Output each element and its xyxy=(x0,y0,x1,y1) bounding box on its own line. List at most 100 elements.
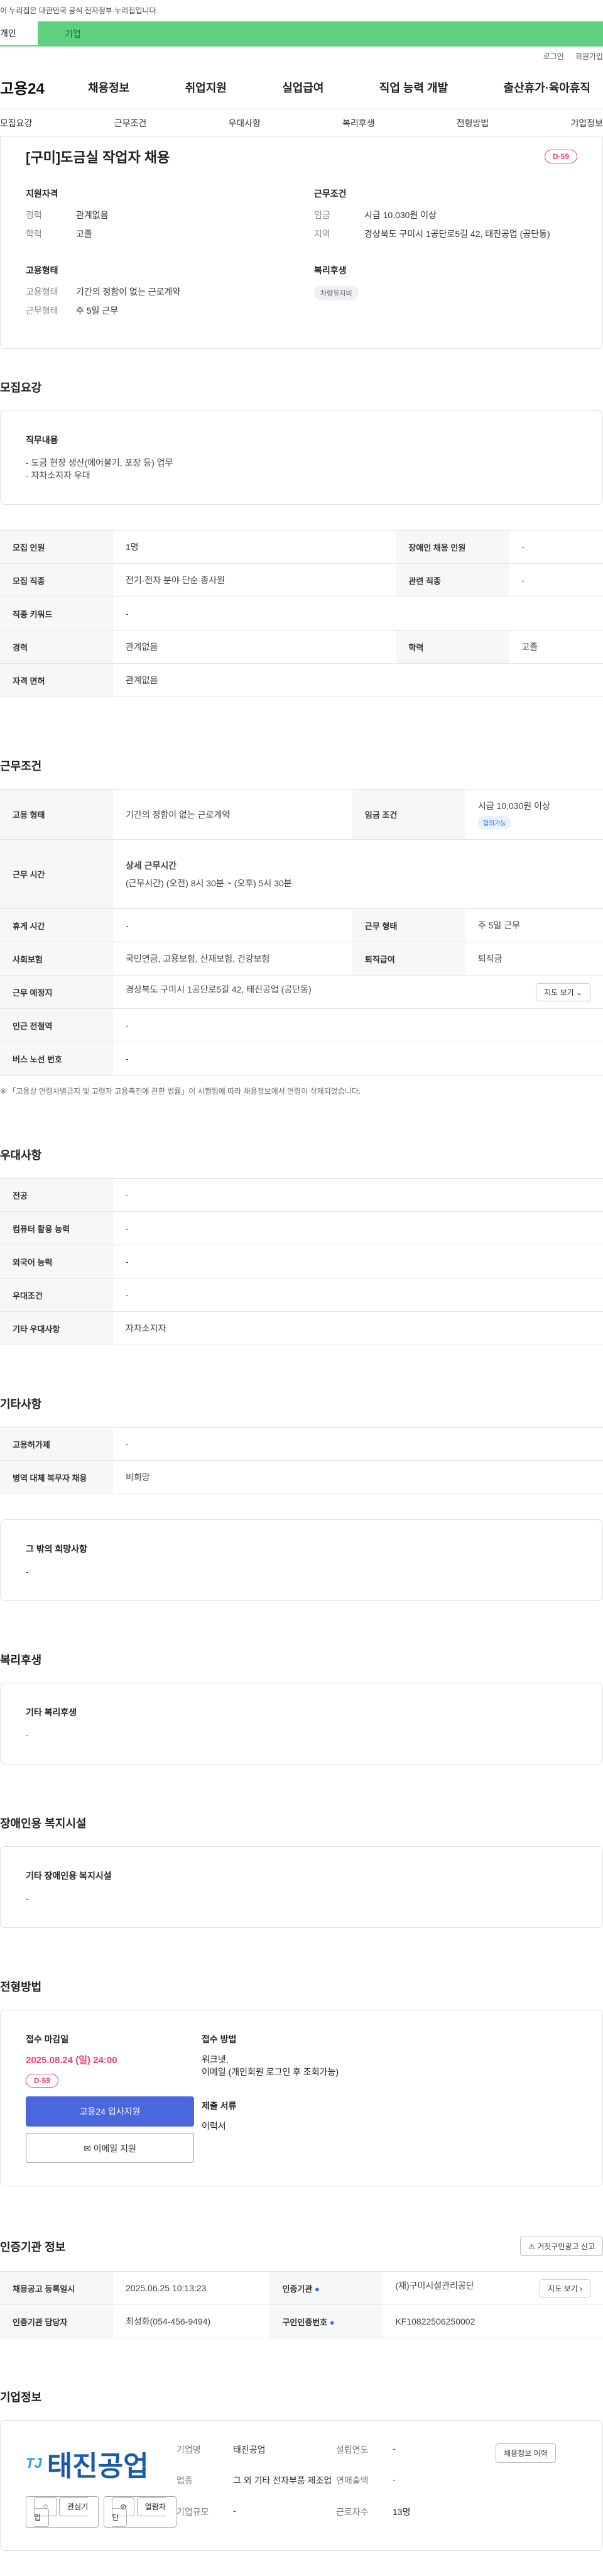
job-description-line: - 도금 현장 생산(에어불기, 포장 등) 업무 xyxy=(26,458,173,468)
table-header: 관련 직종 xyxy=(396,563,509,597)
email-apply-label: 이메일 지원 xyxy=(93,2144,136,2154)
recruit-heading: 모집요강 xyxy=(0,382,42,394)
map-view-button[interactable]: 지도 보기 ⌄ xyxy=(536,983,590,1001)
section-tabs: 모집요강 근무조건 우대사항 복리후생 전형방법 기업정보 xyxy=(0,109,603,137)
tab-company-info[interactable]: 기업정보 xyxy=(570,117,603,129)
global-nav: 고용24 채용정보 취업지원 실업급여 직업 능력 개발 출산휴가·육아휴직 xyxy=(0,65,603,109)
tab-company[interactable]: 기업 xyxy=(38,21,603,47)
table-header: 근무 예정지 xyxy=(0,975,113,1009)
table-header: 인증기관 담당자 xyxy=(0,2304,113,2338)
table-cell: 고졸 xyxy=(509,630,603,664)
gnb-item-leave[interactable]: 출산휴가·육아휴직 xyxy=(491,79,603,96)
disabled-box: 기타 장애인용 복지시설 - xyxy=(0,1846,603,1928)
apply-button[interactable]: 고용24 입사지원 xyxy=(26,2096,194,2127)
login-link[interactable]: 로그인 xyxy=(543,51,564,62)
work-type-value: 주 5일 근무 xyxy=(76,305,119,316)
company-logo: TJ 태진공업 xyxy=(26,2443,177,2484)
table-cell: - xyxy=(509,563,603,597)
user-type-tabs: 개인 기업 xyxy=(0,21,603,47)
table-row: 고용 형태 기간의 정함이 없는 근로계약 임금 조건 시급 10,030원 이… xyxy=(0,789,603,840)
benefit-value: - xyxy=(26,1730,29,1740)
table-header: 인근 전철역 xyxy=(0,1008,113,1042)
report-fake-ad-button[interactable]: ⚠ 거짓구인광고 신고 xyxy=(520,2237,603,2256)
employment-block: 고용형태 고용형태 기간의 정함이 없는 근로계약 근무형태 주 5일 근무 xyxy=(26,264,289,323)
join-link[interactable]: 회원가입 xyxy=(575,51,603,62)
table-row: 컴퓨터 활용 능력 - xyxy=(0,1211,603,1245)
emp-type-label: 고용형태 xyxy=(26,287,58,297)
table-cell: 1명 xyxy=(113,530,396,564)
table-cell: 관계없음 xyxy=(113,630,396,664)
report-label: 거짓구인광고 신고 xyxy=(537,2242,595,2251)
report-icon: ⚠ xyxy=(528,2242,535,2251)
welfare-block: 복리후생 차량유지비 xyxy=(314,264,577,323)
agency-name: (재)구미시설관리공단 xyxy=(395,2280,474,2291)
other-wishes-value: - xyxy=(26,1566,29,1577)
table-header: 고용 형태 xyxy=(0,789,113,840)
disabled-title: 기타 장애인용 복지시설 xyxy=(26,1871,112,1881)
table-header: 병역 대체 복무자 채용 xyxy=(0,1460,113,1494)
table-header: 경력 xyxy=(0,630,113,664)
industry-label: 업종 xyxy=(177,2475,193,2486)
gnb-item-jobs[interactable]: 채용정보 xyxy=(75,79,142,96)
size-value: - xyxy=(233,2505,236,2516)
table-cell: - xyxy=(113,1211,603,1245)
table-row: 근무 예정지 경상북도 구미시 1공단로5길 42, 태진공업 (공단동) 지도… xyxy=(0,975,603,1009)
company-logo-mark: TJ xyxy=(26,2455,42,2471)
job-title: [구미]도금실 작업자 채용 xyxy=(26,150,170,165)
company-name-value: 태진공업 xyxy=(233,2445,266,2455)
table-row: 모집 직종 전기·전자 분야 단순 종사원 관련 직종 - xyxy=(0,563,603,597)
table-row: 전공 - xyxy=(0,1178,603,1212)
table-row: 고용허가제 - xyxy=(0,1427,603,1461)
gnb-item-training[interactable]: 직업 능력 개발 xyxy=(367,79,460,96)
tab-preferences[interactable]: 우대사항 xyxy=(228,117,261,129)
info-icon[interactable]: ● xyxy=(330,2318,335,2327)
agency-label: 인증기관 xyxy=(282,2284,313,2294)
dday-badge: D-59 xyxy=(544,150,577,163)
tab-personal[interactable]: 개인 xyxy=(0,21,38,47)
table-header: 전공 xyxy=(0,1178,113,1212)
wage-cell: 시급 10,030원 이상 협의가능 xyxy=(465,789,603,840)
recruit-table: 모집 인원 1명 장애인 채용 인원 - 모집 직종 전기·전자 분야 단순 종사원 … xyxy=(0,530,603,697)
benefit-box: 기타 복리후생 - xyxy=(0,1683,603,1764)
favorite-company-button[interactable]: ☆ 관심기업 xyxy=(26,2496,99,2528)
job-history-button[interactable]: 채용정보 이력 xyxy=(496,2443,556,2463)
deadline-date: 2025.08.24 (일) 24:00 xyxy=(26,2055,117,2066)
hours-text: (근무시간) (오전) 8시 30분 ~ (오후) 5시 30분 xyxy=(126,878,292,888)
table-cell: 기간의 정함이 없는 근로계약 xyxy=(113,789,352,840)
table-cell: - xyxy=(113,1178,603,1212)
employees-label: 근로자수 xyxy=(336,2506,369,2517)
email-apply-button[interactable]: ✉ 이메일 지원 xyxy=(26,2133,194,2163)
table-header: 자격 면허 xyxy=(0,663,113,697)
agency-map-button[interactable]: 지도 보기 › xyxy=(540,2279,590,2298)
work-table: 고용 형태 기간의 정함이 없는 근로계약 임금 조건 시급 10,030원 이… xyxy=(0,789,603,1076)
table-header: 휴게 시간 xyxy=(0,908,113,942)
table-cell: - xyxy=(113,1042,603,1076)
deadline-title: 접수 마감일 xyxy=(26,2034,69,2044)
employment-heading: 고용형태 xyxy=(26,265,58,275)
table-header: 우대조건 xyxy=(0,1278,113,1312)
gnb-item-unemployment[interactable]: 실업급여 xyxy=(269,79,336,96)
dday-badge: D-59 xyxy=(26,2074,59,2088)
disabled-heading: 장애인용 복지시설 xyxy=(0,1817,87,1830)
table-header: 고용허가제 xyxy=(0,1427,113,1461)
block-view-button[interactable]: ⊘ 열람차단 xyxy=(104,2496,177,2528)
table-header: 모집 인원 xyxy=(0,530,113,564)
hours-title: 상세 근무시간 xyxy=(126,860,177,871)
tab-recruit[interactable]: 모집요강 xyxy=(0,117,33,129)
table-row: 사회보험 국민연금, 고용보험, 산재보험, 건강보험 퇴직급여 퇴직금 xyxy=(0,942,603,976)
tab-process[interactable]: 전형방법 xyxy=(457,117,489,129)
table-header: 외국어 능력 xyxy=(0,1245,113,1279)
table-row: 버스 노선 번호 - xyxy=(0,1042,603,1076)
emp-type-value: 기간의 정함이 없는 근로계약 xyxy=(76,287,181,297)
industry-value: 그 외 기타 전자부품 제조업 xyxy=(233,2475,332,2486)
gnb-item-support[interactable]: 취업지원 xyxy=(173,79,239,96)
qualification-heading: 지원자격 xyxy=(26,189,58,199)
employees-value: 13명 xyxy=(393,2506,411,2517)
education-label: 학력 xyxy=(26,229,42,239)
tab-conditions[interactable]: 근무조건 xyxy=(114,117,147,129)
tab-benefits[interactable]: 복리후생 xyxy=(342,117,375,129)
site-logo[interactable]: 고용24 xyxy=(0,76,75,98)
conditions-block: 근무조건 임금 시급 10,030원 이상 지역 경상북도 구미시 1공단로5길 4… xyxy=(314,187,577,246)
conditions-heading: 근무조건 xyxy=(314,189,347,199)
info-icon[interactable]: ● xyxy=(315,2284,320,2294)
